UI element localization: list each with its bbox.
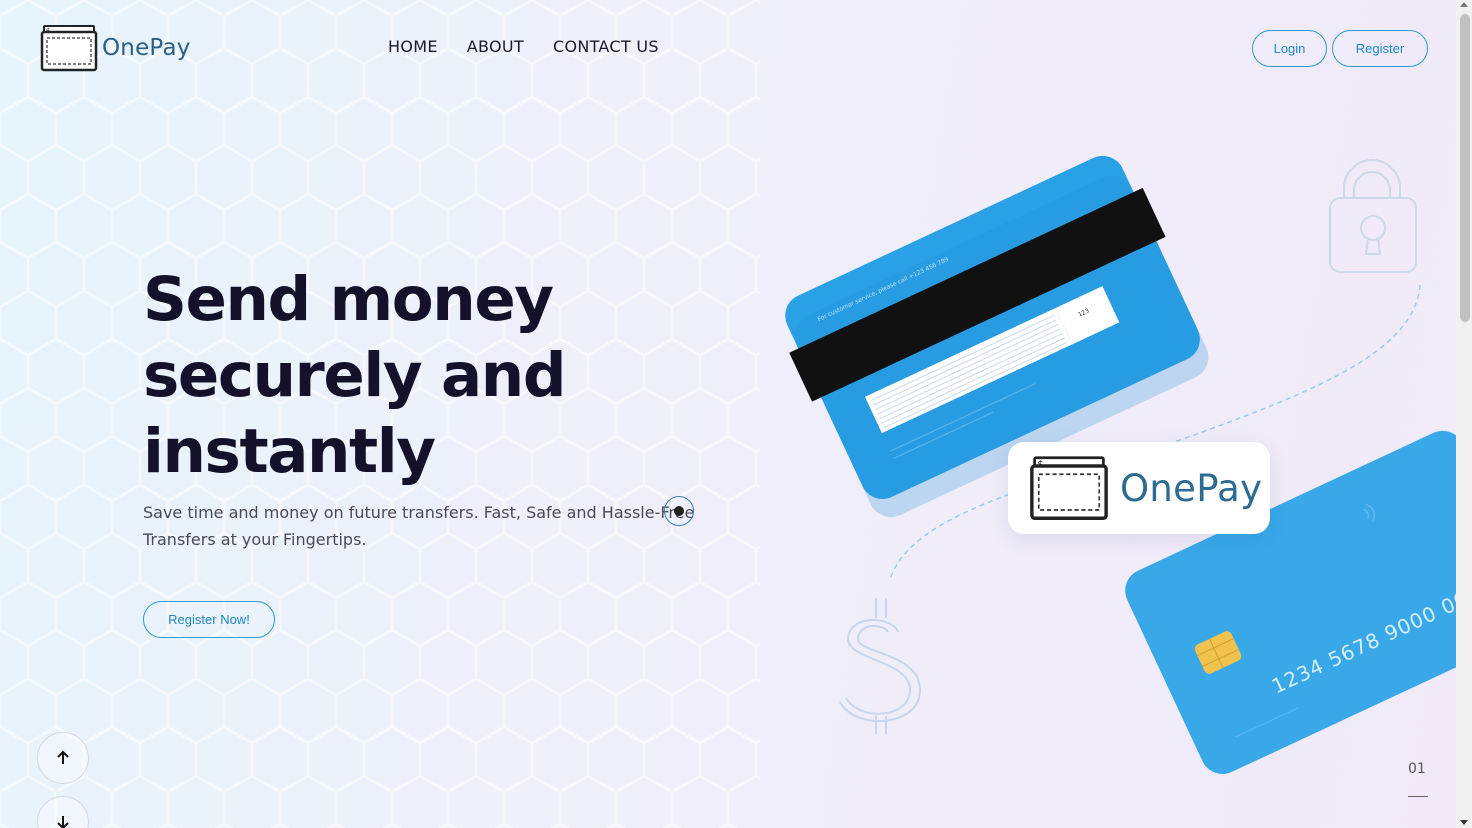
dollar-icon [839,598,922,734]
nav-home[interactable]: HOME [388,37,438,56]
brand-name: OnePay [102,35,191,61]
slide-indicator-line [1408,796,1428,797]
slide-number: 01 [1408,761,1426,777]
hero-title: Send money securely and instantly [143,262,703,490]
custom-cursor-dot [674,506,684,516]
auth-buttons: Login Register [1252,30,1428,67]
badge-brand-name: OnePay [1120,466,1263,510]
arrow-down-icon [57,816,69,828]
hero-title-line-3: instantly [143,416,436,487]
scrollbar-down-arrow[interactable] [1460,820,1468,825]
register-button[interactable]: Register [1332,30,1428,67]
onepay-badge: $ OnePay [1008,442,1270,534]
brand-logo[interactable]: $ OnePay [40,24,191,72]
scrollbar-thumb[interactable] [1460,14,1470,322]
arrow-up-icon [57,750,69,764]
hero-title-line-1: Send money [143,264,554,335]
hero-subtitle: Save time and money on future transfers.… [143,503,695,549]
page-scrollbar[interactable] [1456,0,1472,828]
login-button[interactable]: Login [1252,30,1327,67]
register-now-button[interactable]: Register Now! [143,601,275,638]
scrollbar-up-arrow[interactable] [1460,2,1468,7]
lock-icon [1329,159,1417,273]
nav-contact-us[interactable]: CONTACT US [553,37,659,56]
scroll-up-button[interactable] [37,732,89,784]
nav-about[interactable]: ABOUT [467,37,524,56]
wallet-icon: $ [40,25,98,72]
main-nav: HOME ABOUT CONTACT US [388,37,659,56]
wallet-icon: $ [1030,456,1108,520]
hero-title-line-2: securely and [143,340,566,411]
